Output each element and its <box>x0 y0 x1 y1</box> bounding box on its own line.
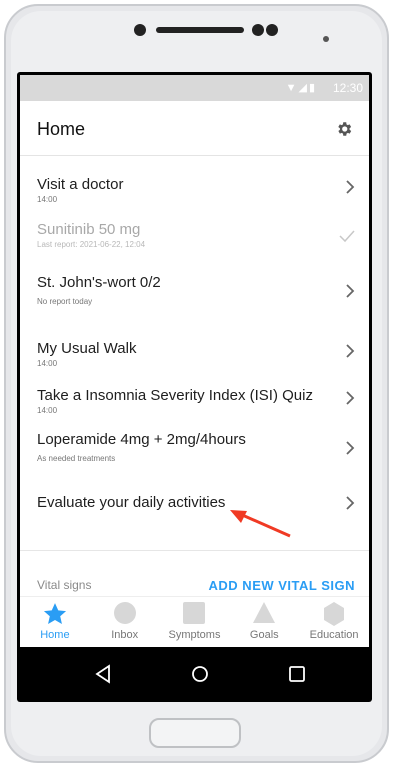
chevron-right-icon <box>346 180 355 194</box>
chevron-right-icon <box>346 441 355 455</box>
app-content: Home Visit a doctor 14:00 Sunitinib 50 m… <box>20 101 369 647</box>
vital-signs-title: Vital signs <box>37 578 92 592</box>
list-item-isi-quiz[interactable]: Take a Insomnia Severity Index (ISI) Qui… <box>20 387 369 415</box>
signal-icons: ▼◢▮ <box>285 82 317 94</box>
page-title: Home <box>37 119 86 139</box>
gear-icon[interactable] <box>335 120 353 138</box>
item-title: My Usual Walk <box>37 340 137 357</box>
item-subtitle: 14:00 <box>37 406 58 415</box>
recents-icon[interactable] <box>287 664 307 684</box>
bottom-tab-bar: Home Inbox Symptoms Goals Education <box>20 596 369 647</box>
device-screen: ▼◢▮ 12:30 Home Visit a doctor 14:00 Suni… <box>17 72 372 702</box>
item-title: St. John's-wort 0/2 <box>37 274 161 291</box>
list-item-usual-walk[interactable]: My Usual Walk 14:00 <box>20 340 369 368</box>
hexagon-icon <box>324 602 345 626</box>
item-title: Evaluate your daily activities <box>37 494 226 511</box>
item-subtitle: As needed treatments <box>37 454 116 463</box>
tab-home[interactable]: Home <box>20 597 90 647</box>
circle-icon <box>113 602 136 624</box>
list-item-st-johns-wort[interactable]: St. John's-wort 0/2 No report today <box>20 274 369 306</box>
status-time: 12:30 <box>332 81 363 95</box>
list-item-evaluate-activities[interactable]: Evaluate your daily activities <box>20 494 369 511</box>
front-camera <box>134 24 146 36</box>
item-title: Sunitinib 50 mg <box>37 221 141 238</box>
item-subtitle: Last report: 2021-06-22, 12:04 <box>37 240 146 249</box>
speaker-grille <box>156 27 244 33</box>
item-title: Visit a doctor <box>37 176 124 193</box>
chevron-right-icon <box>346 344 355 358</box>
triangle-icon <box>253 602 276 623</box>
list-item-loperamide[interactable]: Loperamide 4mg + 2mg/4hours As needed tr… <box>20 431 369 463</box>
tab-inbox[interactable]: Inbox <box>90 597 160 647</box>
item-subtitle: 14:00 <box>37 359 58 368</box>
app-bar: Home <box>20 101 369 156</box>
add-vital-sign-button[interactable]: ADD NEW VITAL SIGN <box>209 578 355 593</box>
tab-symptoms[interactable]: Symptoms <box>160 597 230 647</box>
list-item-visit-doctor[interactable]: Visit a doctor 14:00 <box>20 176 369 204</box>
tab-label: Inbox <box>111 629 139 641</box>
proximity-sensor <box>323 36 329 42</box>
section-divider <box>20 550 369 551</box>
home-circle-icon[interactable] <box>190 664 210 684</box>
checkmark-icon <box>339 230 355 243</box>
tab-label: Goals <box>249 629 279 641</box>
front-sensor-right <box>266 24 278 36</box>
android-nav-bar <box>20 649 369 699</box>
tab-education[interactable]: Education <box>299 597 369 647</box>
status-bar: ▼◢▮ 12:30 <box>20 75 369 101</box>
annotation-arrow-icon <box>230 510 291 538</box>
hardware-home-button[interactable] <box>149 718 241 748</box>
tab-label: Home <box>40 629 70 641</box>
item-subtitle: No report today <box>37 297 93 306</box>
tab-label: Symptoms <box>168 629 221 641</box>
chevron-right-icon <box>346 391 355 405</box>
tab-goals[interactable]: Goals <box>229 597 299 647</box>
back-icon[interactable] <box>93 664 113 684</box>
star-icon <box>43 603 66 624</box>
square-icon <box>183 602 206 624</box>
list-item-sunitinib[interactable]: Sunitinib 50 mg Last report: 2021-06-22,… <box>20 221 369 249</box>
item-subtitle: 14:00 <box>37 195 58 204</box>
item-title: Take a Insomnia Severity Index (ISI) Qui… <box>37 387 313 404</box>
chevron-right-icon <box>346 284 355 298</box>
tab-label: Education <box>309 629 359 641</box>
chevron-right-icon <box>346 496 355 510</box>
item-title: Loperamide 4mg + 2mg/4hours <box>37 431 246 448</box>
front-sensor-left <box>252 24 264 36</box>
